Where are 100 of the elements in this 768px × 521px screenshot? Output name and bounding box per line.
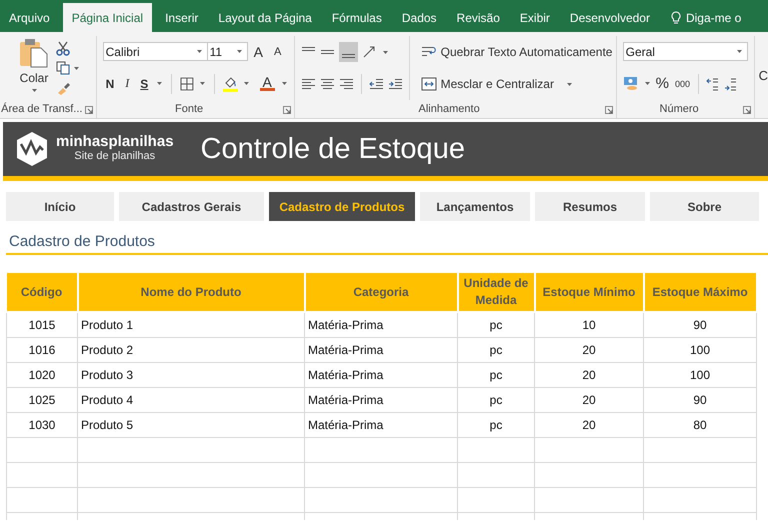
ribbon-tab[interactable]: Arquivo — [2, 3, 57, 32]
nav-tab[interactable]: Cadastro de Produtos — [269, 192, 415, 221]
table-cell: 1015 — [6, 312, 78, 338]
column-header: Categoria — [304, 273, 458, 312]
decrease-decimal-icon[interactable] — [724, 76, 738, 91]
ribbon-tab[interactable]: Desenvolvedor — [562, 3, 657, 32]
ribbon-tab[interactable]: Fórmulas — [324, 3, 389, 32]
increase-indent-icon[interactable] — [388, 77, 403, 91]
caret-icon[interactable] — [644, 81, 651, 86]
table-cell: Produto 4 — [78, 388, 304, 412]
fill-color-icon[interactable] — [222, 76, 238, 92]
wrap-text-button[interactable]: Quebrar Texto Automaticamente — [420, 44, 614, 60]
clipboard-icon — [19, 38, 49, 68]
table-cell: 1030 — [6, 412, 78, 438]
underline-button[interactable]: S — [137, 76, 152, 92]
column-header: Unidade de Medida — [458, 273, 534, 312]
font-color-button[interactable]: A — [258, 76, 276, 92]
table-cell: Matéria-Prima — [304, 388, 458, 412]
align-right-icon[interactable] — [338, 77, 354, 91]
dialog-launcher-icon[interactable] — [604, 106, 613, 114]
table-cell: pc — [458, 388, 534, 412]
column-header: Estoque Máximo — [644, 273, 756, 312]
currency-icon[interactable] — [622, 76, 640, 92]
thousands-separator-button[interactable]: 000 — [674, 78, 691, 90]
nav-tab[interactable]: Lançamentos — [420, 192, 530, 221]
ribbon-tab[interactable]: Inserir — [158, 3, 206, 32]
decrease-indent-icon[interactable] — [368, 77, 384, 91]
caret-icon[interactable] — [242, 81, 250, 86]
nav-tab[interactable]: Resumos — [535, 192, 645, 221]
paste-button[interactable]: Colar — [18, 36, 50, 100]
font-name-dropdown[interactable]: Calibri — [102, 42, 208, 62]
table-cell: 10 — [534, 312, 644, 338]
italic-button[interactable]: I — [122, 75, 132, 92]
sheet-title: Controle de Estoque — [200, 132, 465, 166]
tell-me-field[interactable]: Diga-me o — [686, 10, 742, 24]
caret-icon[interactable] — [73, 66, 80, 71]
caret-icon[interactable] — [236, 49, 243, 54]
table-cell: 100 — [644, 362, 756, 388]
table-cell: 20 — [534, 388, 644, 412]
group-label: Área de Transf... — [1, 103, 82, 115]
table-cell: pc — [458, 412, 534, 438]
scissors-icon[interactable] — [56, 40, 70, 56]
bold-button[interactable]: N — [102, 76, 118, 92]
table-cell: Produto 1 — [78, 312, 304, 338]
dialog-launcher-icon[interactable] — [282, 106, 291, 114]
table-cell: 1020 — [6, 362, 78, 388]
column-header: Estoque Mínimo — [534, 273, 644, 312]
caret-icon[interactable] — [280, 81, 288, 86]
table-cell: 1025 — [6, 388, 78, 412]
dialog-launcher-icon[interactable] — [742, 106, 751, 114]
table-cell: 90 — [644, 388, 756, 412]
caret-icon[interactable] — [736, 49, 743, 54]
grow-font-button[interactable]: A — [252, 42, 264, 61]
ribbon-tab[interactable]: Revisão — [450, 3, 507, 32]
font-size-dropdown[interactable]: 11 — [206, 42, 248, 62]
caret-icon[interactable] — [382, 50, 389, 54]
table-cell: 80 — [644, 412, 756, 438]
borders-icon[interactable] — [180, 76, 194, 91]
ribbon-tab[interactable]: Layout da Página — [211, 3, 319, 32]
number-format-dropdown[interactable]: Geral — [622, 42, 748, 62]
logo-icon — [16, 131, 48, 167]
table-cell: Matéria-Prima — [304, 362, 458, 388]
group-label: Fonte — [175, 103, 204, 115]
merge-center-button[interactable]: Mesclar e Centralizar — [420, 76, 614, 92]
table-cell: 100 — [644, 338, 756, 362]
align-center-icon[interactable] — [320, 77, 335, 91]
table-cell: 1016 — [6, 338, 78, 362]
increase-decimal-icon[interactable] — [706, 76, 720, 91]
ribbon-label[interactable]: C — [758, 68, 768, 82]
caret-icon[interactable] — [196, 49, 203, 54]
table-cell: Matéria-Prima — [304, 338, 458, 362]
caret-icon[interactable] — [156, 81, 164, 86]
table-cell: 20 — [534, 362, 644, 388]
nav-tab[interactable]: Cadastros Gerais — [119, 192, 264, 221]
copy-icon[interactable] — [56, 61, 70, 76]
shrink-font-button[interactable]: A — [272, 44, 282, 59]
caret-icon[interactable] — [199, 81, 206, 86]
nav-tab[interactable]: Sobre — [650, 192, 759, 221]
lightbulb-icon — [670, 10, 681, 24]
merge-cells-icon — [420, 77, 437, 91]
ribbon-tab[interactable]: Página Inicial — [62, 3, 152, 32]
ribbon-tab[interactable]: Dados — [394, 3, 444, 32]
table-cell: 90 — [644, 312, 756, 338]
group-label: Número — [660, 103, 699, 115]
logo-name: minhasplanilhas — [56, 135, 174, 149]
table-cell: Matéria-Prima — [304, 412, 458, 438]
wrap-text-icon — [420, 45, 437, 59]
column-header: Nome do Produto — [78, 273, 304, 312]
table-cell: 20 — [534, 338, 644, 362]
dialog-launcher-icon[interactable] — [84, 106, 93, 114]
table-cell: pc — [458, 312, 534, 338]
format-painter-icon[interactable] — [56, 81, 70, 96]
caret-icon[interactable] — [30, 88, 38, 93]
logo-tagline: Site de planilhas — [73, 150, 156, 163]
section-title: Cadastro de Produtos — [9, 233, 155, 250]
percent-button[interactable]: % — [654, 74, 670, 94]
ribbon-tab[interactable]: Exibir — [512, 3, 557, 32]
align-left-icon[interactable] — [300, 77, 316, 91]
caret-icon[interactable] — [566, 82, 573, 86]
nav-tab[interactable]: Início — [6, 192, 114, 221]
